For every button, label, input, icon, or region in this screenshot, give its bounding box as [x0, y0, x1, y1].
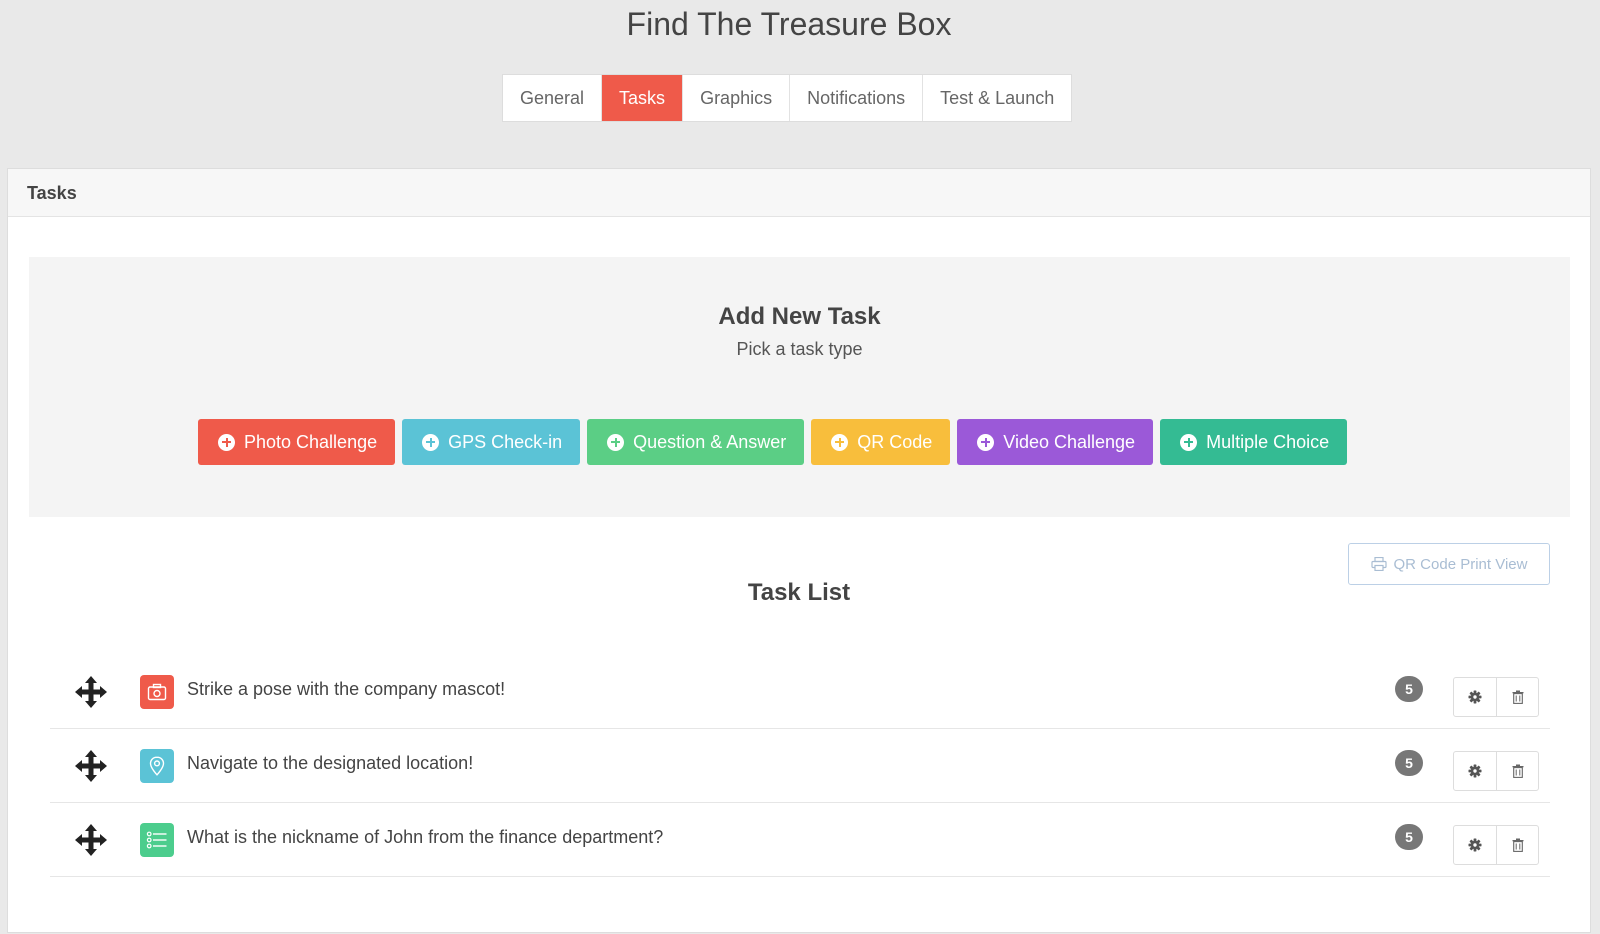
task-row: Strike a pose with the company mascot! 5: [50, 655, 1550, 729]
task-title[interactable]: What is the nickname of John from the fi…: [187, 827, 663, 848]
task-title[interactable]: Strike a pose with the company mascot!: [187, 679, 505, 700]
plus-circle-icon: [607, 433, 625, 451]
task-list: Strike a pose with the company mascot! 5: [50, 655, 1550, 877]
task-title[interactable]: Navigate to the designated location!: [187, 753, 473, 774]
points-badge: 5: [1395, 824, 1423, 850]
plus-circle-icon: [831, 433, 849, 451]
list-icon: [140, 823, 174, 857]
task-delete-button[interactable]: [1496, 752, 1538, 790]
map-pin-icon: [140, 749, 174, 783]
button-label: Video Challenge: [1003, 431, 1136, 452]
qr-code-button[interactable]: QR Code: [811, 419, 951, 465]
gear-icon: [1468, 690, 1482, 704]
tab-graphics[interactable]: Graphics: [683, 75, 791, 121]
photo-challenge-button[interactable]: Photo Challenge: [198, 419, 396, 465]
tab-notifications[interactable]: Notifications: [790, 75, 924, 121]
button-label: QR Code: [857, 431, 933, 452]
plus-circle-icon: [977, 433, 995, 451]
gear-icon: [1468, 838, 1482, 852]
plus-circle-icon: [1180, 433, 1198, 451]
task-actions: [1453, 751, 1539, 791]
video-challenge-button[interactable]: Video Challenge: [957, 419, 1154, 465]
question-answer-button[interactable]: Question & Answer: [587, 419, 805, 465]
task-row: What is the nickname of John from the fi…: [50, 803, 1550, 877]
printer-icon: [1370, 557, 1387, 571]
move-arrows-icon[interactable]: [74, 749, 108, 783]
button-label: Photo Challenge: [244, 431, 378, 452]
tab-bar: General Tasks Graphics Notifications Tes…: [502, 74, 1073, 122]
trash-icon: [1512, 764, 1523, 778]
trash-icon: [1512, 838, 1523, 852]
gps-checkin-button[interactable]: GPS Check-in: [402, 419, 581, 465]
task-type-buttons: Photo Challenge GPS Check-in Question & …: [198, 419, 1348, 465]
button-label: GPS Check-in: [448, 431, 563, 452]
task-delete-button[interactable]: [1496, 826, 1538, 864]
move-arrows-icon[interactable]: [74, 823, 108, 857]
task-settings-button[interactable]: [1454, 678, 1496, 716]
task-list-title: Task List: [747, 579, 851, 606]
tab-test-launch[interactable]: Test & Launch: [923, 75, 1072, 121]
tab-general[interactable]: General: [503, 75, 603, 121]
points-badge: 5: [1395, 750, 1423, 776]
multiple-choice-button[interactable]: Multiple Choice: [1160, 419, 1348, 465]
task-settings-button[interactable]: [1454, 752, 1496, 790]
task-actions: [1453, 825, 1539, 865]
camera-icon: [140, 675, 174, 709]
points-badge: 5: [1395, 676, 1423, 702]
panel-header: Tasks: [8, 169, 1590, 217]
task-actions: [1453, 677, 1539, 717]
task-row: Navigate to the designated location! 5: [50, 729, 1550, 803]
tasks-panel: Tasks Add New Task Pick a task type Phot…: [7, 168, 1591, 933]
tab-tasks[interactable]: Tasks: [602, 75, 684, 121]
plus-circle-icon: [422, 433, 440, 451]
button-label: QR Code Print View: [1393, 555, 1528, 573]
button-label: Multiple Choice: [1206, 431, 1330, 452]
trash-icon: [1512, 690, 1523, 704]
button-label: Question & Answer: [633, 431, 787, 452]
move-arrows-icon[interactable]: [74, 675, 108, 709]
gear-icon: [1468, 764, 1482, 778]
task-delete-button[interactable]: [1496, 678, 1538, 716]
app-title: Find The Treasure Box: [626, 6, 952, 42]
add-task-title: Add New Task: [718, 303, 881, 330]
add-task-box: Add New Task Pick a task type Photo Chal…: [29, 257, 1570, 517]
task-settings-button[interactable]: [1454, 826, 1496, 864]
add-task-subtitle: Pick a task type: [736, 339, 863, 359]
plus-circle-icon: [218, 433, 235, 451]
